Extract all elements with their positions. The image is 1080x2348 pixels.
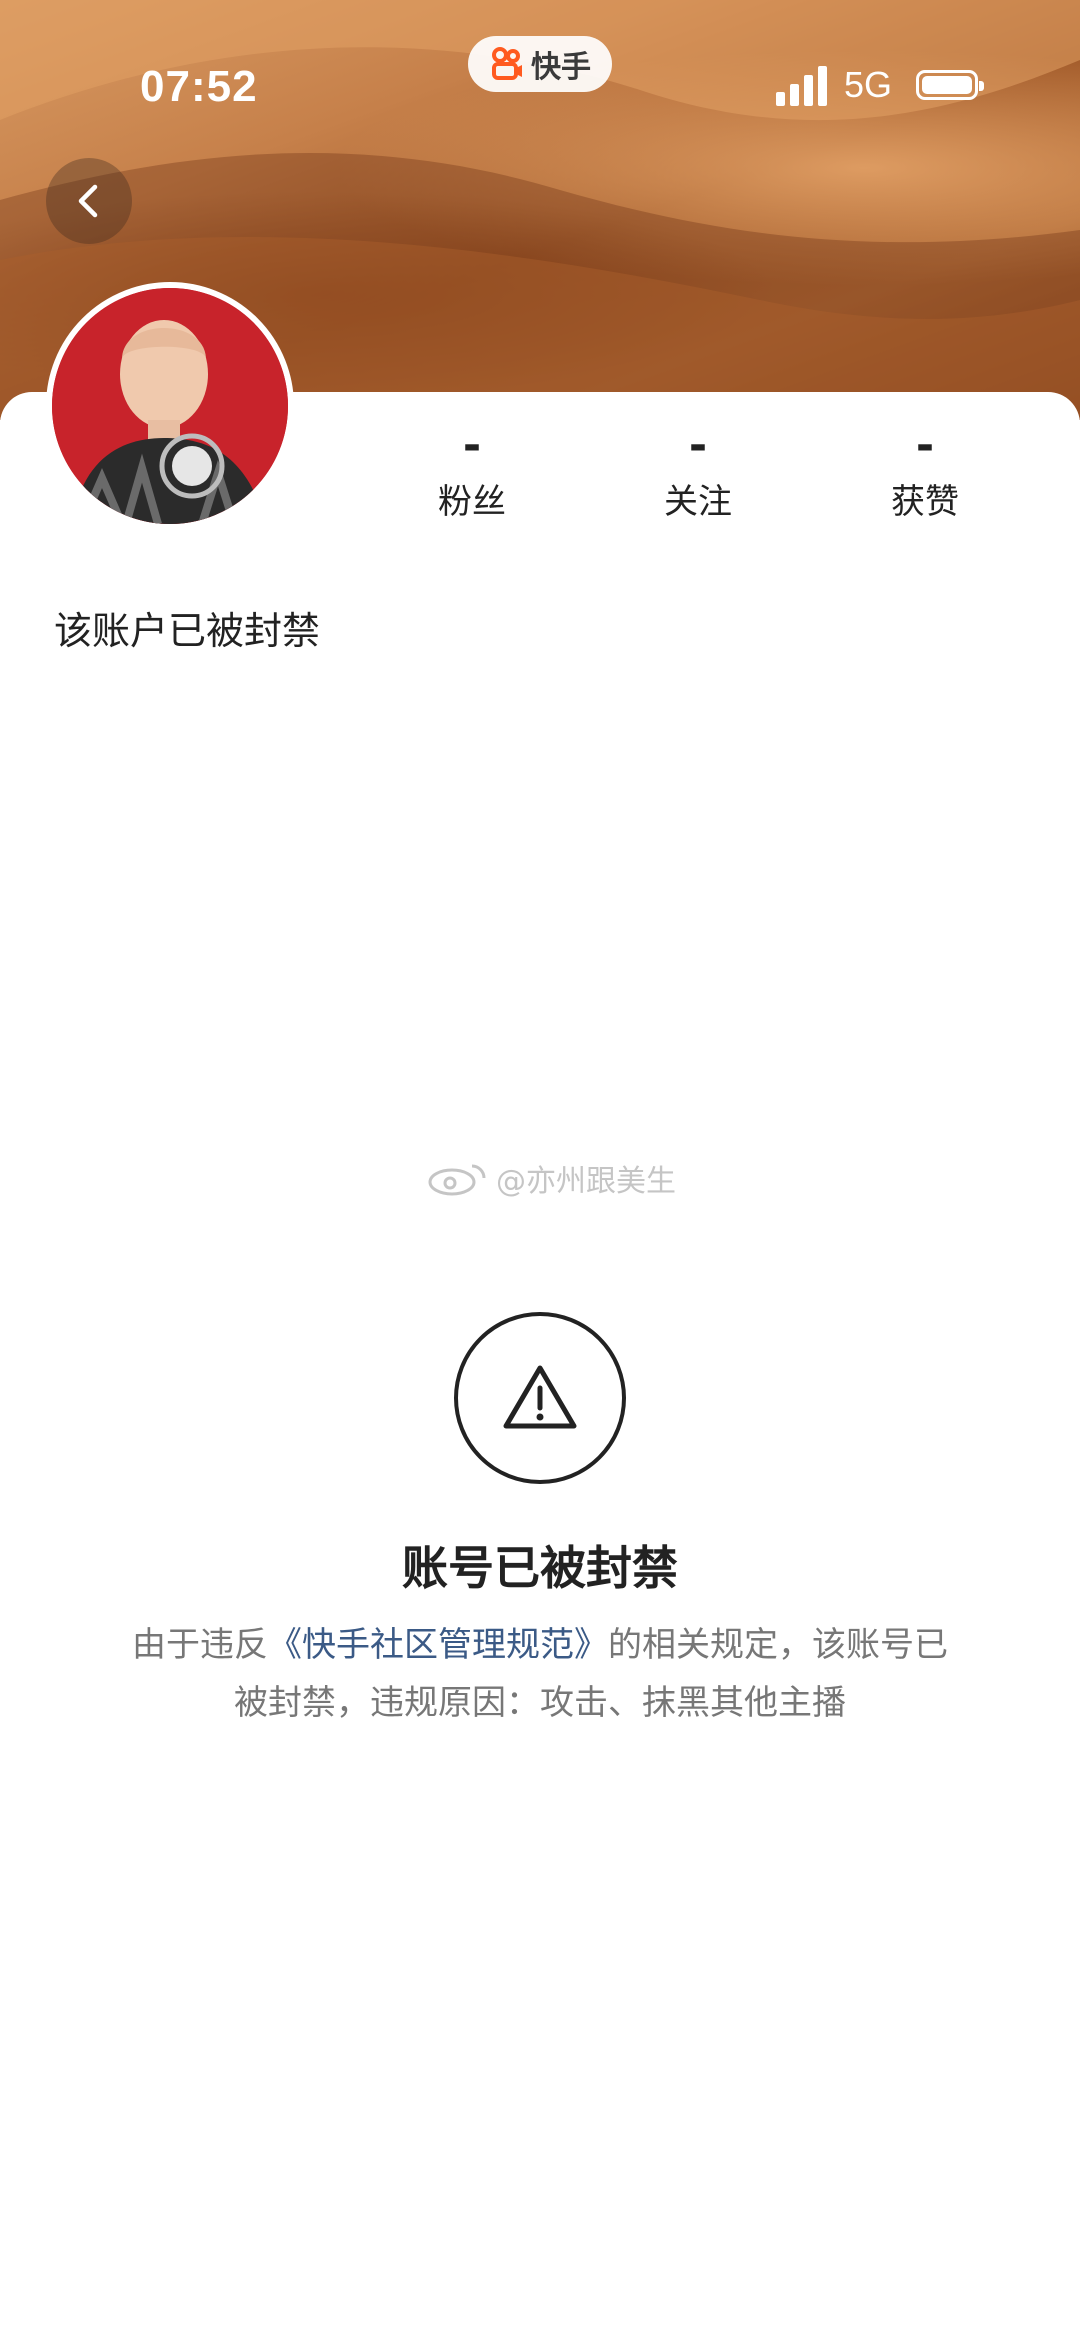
stat-value: - bbox=[915, 420, 935, 471]
battery-level bbox=[922, 76, 972, 94]
warning-icon-circle bbox=[454, 1312, 626, 1484]
stat-likes[interactable]: - 获赞 bbox=[855, 418, 995, 523]
stat-following[interactable]: - 关注 bbox=[628, 418, 768, 523]
status-time: 07:52 bbox=[140, 62, 258, 111]
stat-label: 获赞 bbox=[891, 482, 959, 522]
profile-stats: - 粉丝 - 关注 - 获赞 bbox=[380, 418, 1080, 528]
profile-bio: 该账户已被封禁 bbox=[54, 609, 321, 653]
community-rules-link[interactable]: 《快手社区管理规范》 bbox=[268, 1625, 608, 1665]
back-button[interactable] bbox=[46, 158, 132, 244]
cellular-signal-icon bbox=[776, 66, 827, 106]
avatar[interactable] bbox=[46, 282, 294, 530]
stat-value: - bbox=[462, 420, 482, 471]
stat-label: 粉丝 bbox=[438, 482, 506, 522]
chevron-left-icon bbox=[78, 184, 98, 218]
ban-title: 账号已被封禁 bbox=[402, 1541, 678, 1595]
watermark-text: @亦州跟美生 bbox=[496, 1164, 676, 1199]
kuaishou-logo-icon bbox=[492, 47, 522, 80]
status-bar: 07:52 快手 5G bbox=[0, 0, 1080, 170]
app-badge-label: 快手 bbox=[531, 50, 591, 85]
avatar-photo bbox=[52, 288, 288, 524]
stat-value: - bbox=[688, 420, 708, 471]
stat-followers[interactable]: - 粉丝 bbox=[402, 418, 542, 523]
ban-desc-prefix: 由于违反 bbox=[132, 1625, 268, 1665]
ban-description: 由于违反《快手社区管理规范》的相关规定，该账号已被封禁，违规原因：攻击、抹黑其他… bbox=[130, 1616, 950, 1732]
warning-triangle-icon bbox=[503, 1365, 577, 1429]
battery-icon bbox=[916, 70, 984, 100]
kuaishou-app-badge: 快手 bbox=[468, 36, 612, 92]
network-type: 5G bbox=[844, 64, 893, 105]
watermark: @亦州跟美生 bbox=[426, 1156, 676, 1200]
stat-label: 关注 bbox=[664, 482, 732, 522]
weibo-logo-icon bbox=[428, 1164, 486, 1196]
